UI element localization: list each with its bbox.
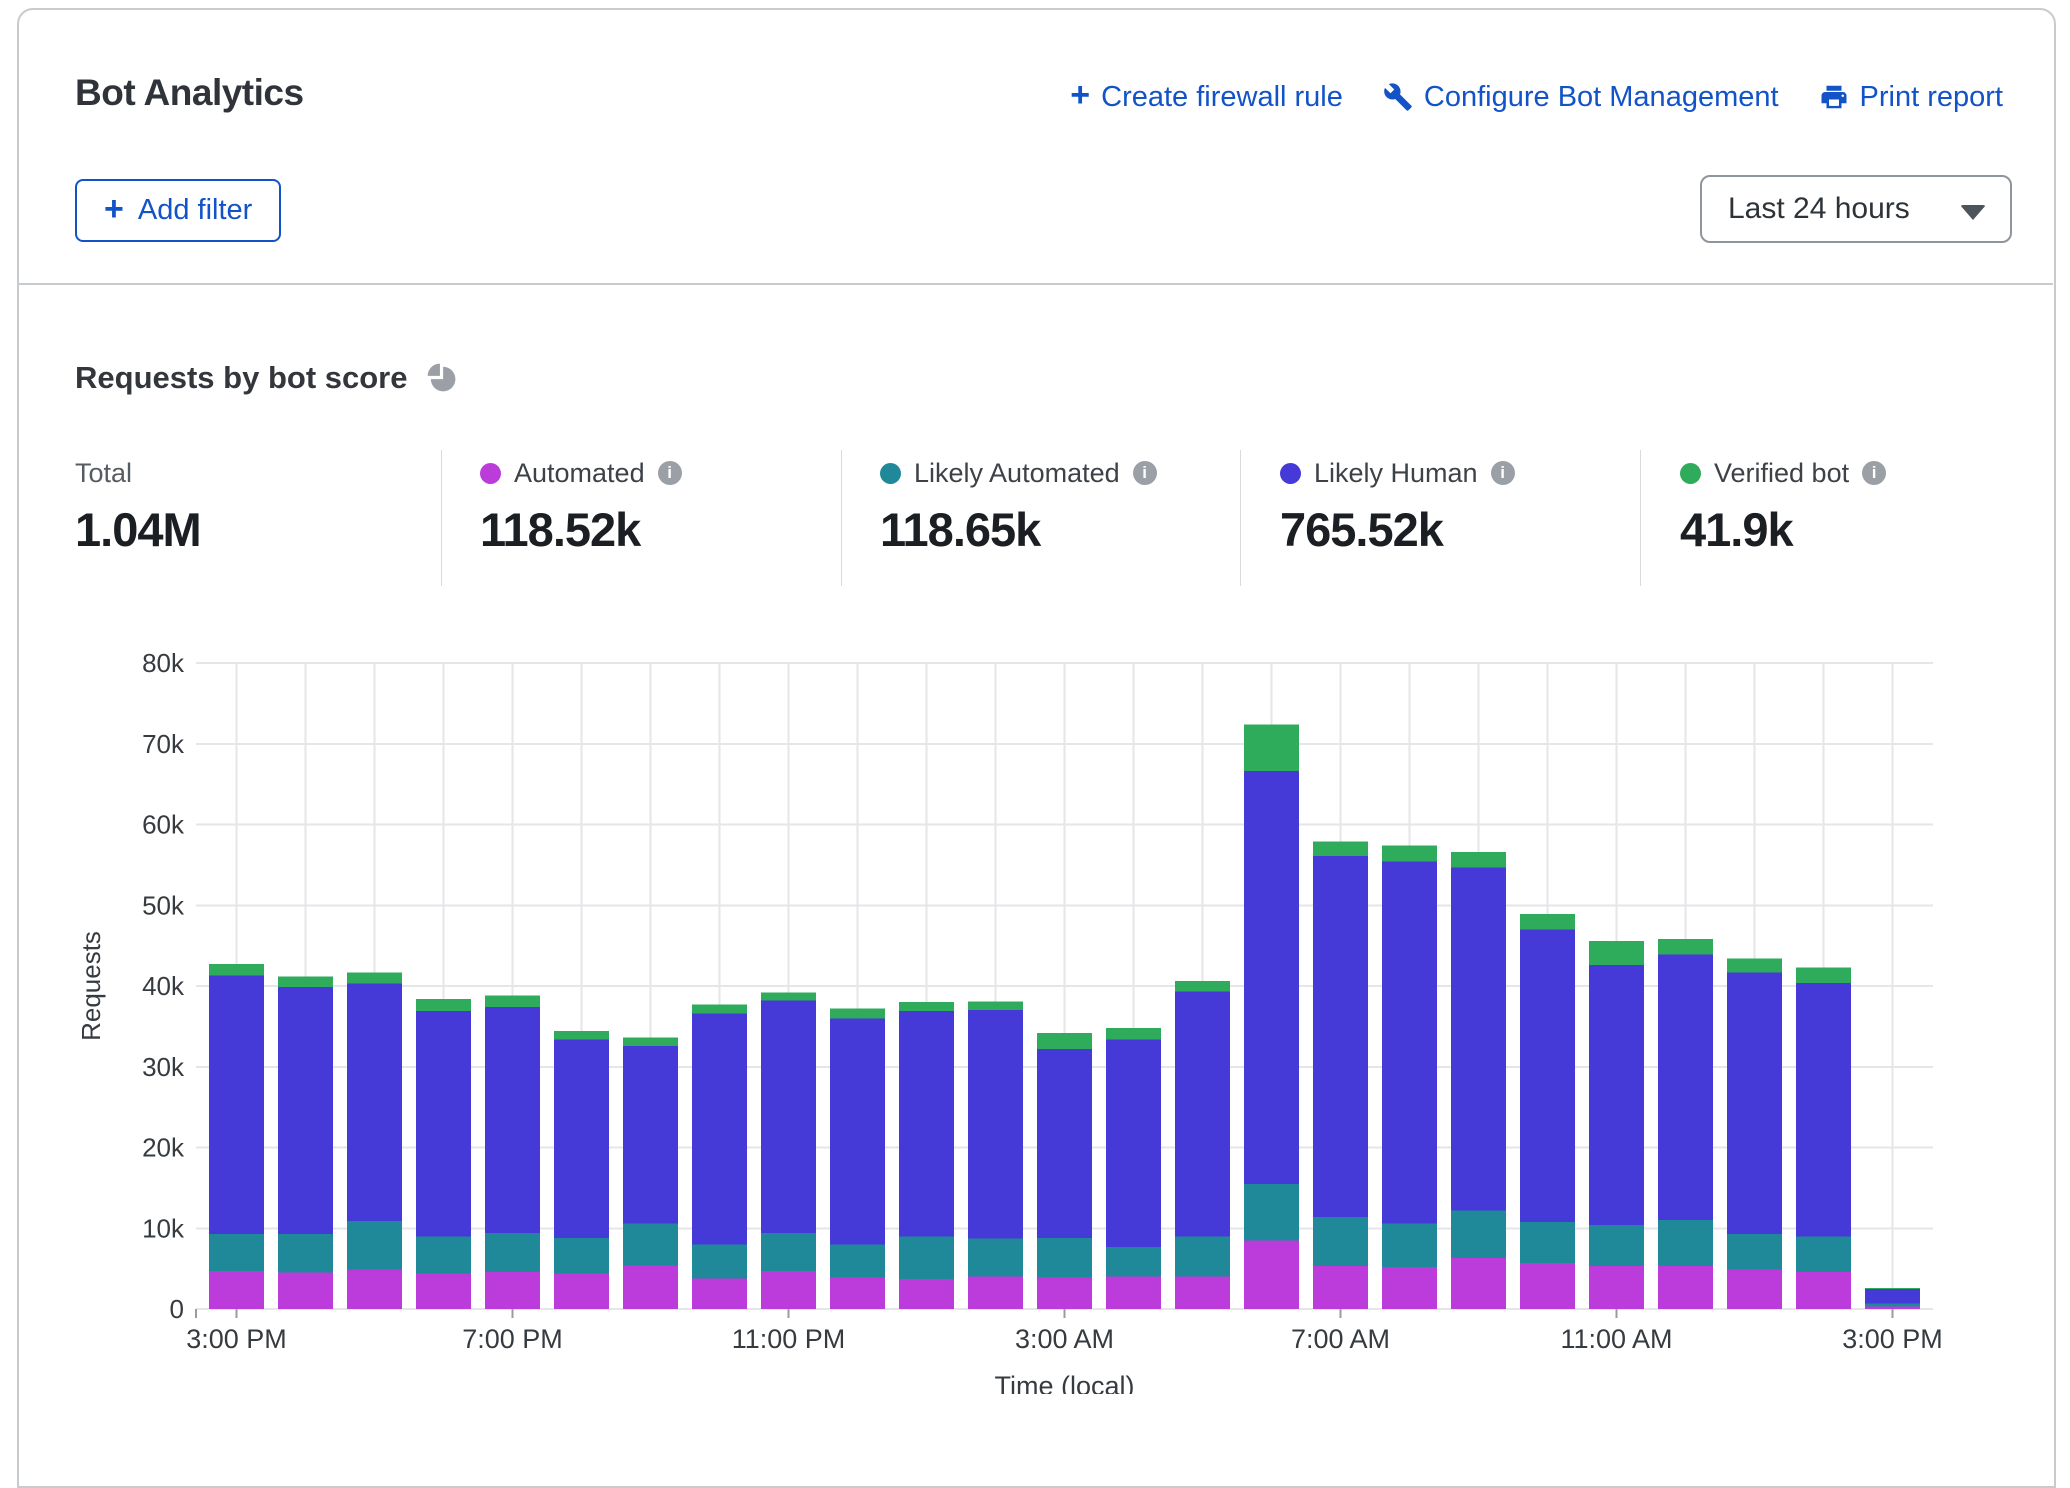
- svg-text:11:00 AM: 11:00 AM: [1560, 1324, 1672, 1354]
- svg-text:Requests: Requests: [76, 931, 106, 1041]
- svg-text:50k: 50k: [142, 890, 185, 920]
- legend-dot-likely-human: [1280, 463, 1301, 484]
- plus-icon: +: [104, 192, 124, 226]
- stat-value: 765.52k: [1280, 502, 1515, 557]
- stat-label: Likely Human: [1314, 458, 1478, 489]
- stat-value: 118.65k: [880, 502, 1157, 557]
- print-report-link[interactable]: Print report: [1819, 81, 2003, 114]
- info-icon[interactable]: i: [1491, 461, 1515, 485]
- stat-total: Total 1.04M: [75, 448, 201, 557]
- svg-text:7:00 AM: 7:00 AM: [1291, 1324, 1390, 1354]
- create-firewall-rule-label: Create firewall rule: [1101, 81, 1343, 114]
- stat-value: 41.9k: [1680, 502, 1886, 557]
- add-filter-label: Add filter: [138, 194, 252, 227]
- time-range-value: Last 24 hours: [1728, 192, 1910, 226]
- svg-text:3:00 PM: 3:00 PM: [1842, 1324, 1943, 1354]
- stat-automated: Automated i 118.52k: [480, 448, 682, 557]
- pie-chart-icon: [425, 362, 457, 394]
- svg-text:80k: 80k: [142, 648, 185, 678]
- legend-dot-verified-bot: [1680, 463, 1701, 484]
- svg-text:3:00 PM: 3:00 PM: [186, 1324, 287, 1354]
- svg-text:10k: 10k: [142, 1213, 185, 1243]
- svg-text:7:00 PM: 7:00 PM: [462, 1324, 563, 1354]
- stat-value: 118.52k: [480, 502, 682, 557]
- stat-verified-bot: Verified bot i 41.9k: [1680, 448, 1886, 557]
- page-title: Bot Analytics: [75, 72, 304, 114]
- print-report-label: Print report: [1860, 81, 2003, 114]
- wrench-icon: [1383, 82, 1413, 112]
- svg-text:30k: 30k: [142, 1052, 185, 1082]
- configure-bot-management-link[interactable]: Configure Bot Management: [1383, 81, 1779, 114]
- svg-text:60k: 60k: [142, 810, 185, 840]
- section-title: Requests by bot score: [75, 360, 407, 396]
- create-firewall-rule-link[interactable]: + Create firewall rule: [1070, 80, 1343, 114]
- svg-text:70k: 70k: [142, 729, 185, 759]
- stat-value: 1.04M: [75, 502, 201, 557]
- svg-text:3:00 AM: 3:00 AM: [1015, 1324, 1114, 1354]
- stat-divider: [1640, 450, 1641, 586]
- section-title-row: Requests by bot score: [75, 360, 457, 396]
- stat-likely-automated: Likely Automated i 118.65k: [880, 448, 1157, 557]
- svg-text:20k: 20k: [142, 1133, 185, 1163]
- stat-divider: [841, 450, 842, 586]
- requests-by-bot-score-chart: 0 10k 20k 30k 40k 50k 60k 70k 80k 3:00 PM 7:00 PM 1…: [0, 620, 2070, 1394]
- stat-likely-human: Likely Human i 765.52k: [1280, 448, 1515, 557]
- stat-divider: [1240, 450, 1241, 586]
- configure-bot-management-label: Configure Bot Management: [1424, 81, 1779, 114]
- stat-label: Total: [75, 458, 132, 489]
- stat-label: Verified bot: [1714, 458, 1849, 489]
- chevron-down-icon: [1960, 205, 1986, 220]
- legend-dot-likely-automated: [880, 463, 901, 484]
- svg-text:Time (local): Time (local): [994, 1371, 1134, 1394]
- stat-divider: [441, 450, 442, 586]
- info-icon[interactable]: i: [1133, 461, 1157, 485]
- stats-row: Total 1.04M Automated i 118.52k Likely A…: [0, 448, 2070, 588]
- time-range-select[interactable]: Last 24 hours: [1700, 175, 2012, 243]
- add-filter-button[interactable]: + Add filter: [75, 179, 281, 242]
- svg-text:40k: 40k: [142, 971, 185, 1001]
- svg-text:0: 0: [170, 1294, 184, 1324]
- printer-icon: [1819, 82, 1849, 112]
- info-icon[interactable]: i: [1862, 461, 1886, 485]
- stat-label: Automated: [514, 458, 645, 489]
- svg-text:11:00 PM: 11:00 PM: [732, 1324, 846, 1354]
- header-actions: + Create firewall rule Configure Bot Man…: [1070, 80, 2003, 114]
- plus-icon: +: [1070, 78, 1090, 112]
- stat-label: Likely Automated: [914, 458, 1120, 489]
- info-icon[interactable]: i: [658, 461, 682, 485]
- header-divider: [18, 283, 2053, 285]
- legend-dot-automated: [480, 463, 501, 484]
